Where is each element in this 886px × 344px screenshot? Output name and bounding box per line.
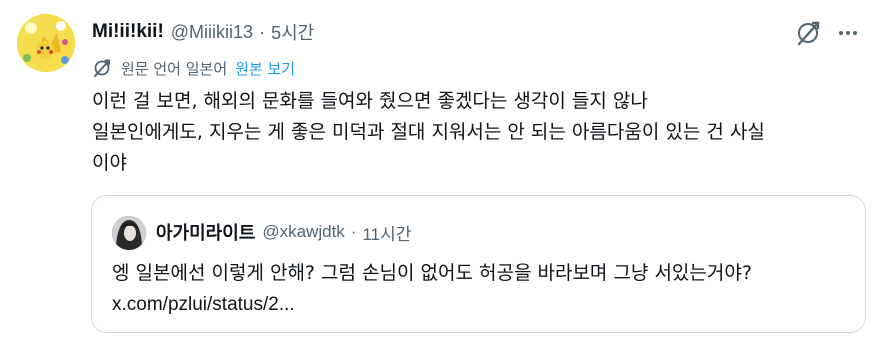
translation-row: 원문 언어 일본어 원본 보기 xyxy=(92,55,295,81)
quote-avatar xyxy=(112,216,146,250)
tweet-text-line: 이런 걸 보면, 해외의 문화를 들여와 줬으면 좋겠다는 생각이 들지 않나 xyxy=(92,90,648,112)
tweet-text: 이런 걸 보면, 해외의 문화를 들여와 줬으면 좋겠다는 생각이 들지 않나 … xyxy=(92,86,872,179)
grok-button[interactable] xyxy=(794,19,822,47)
quote-text-line: 엥 일본에선 이렇게 안해? 그럼 손님이 없어도 허공을 바라보며 그냥 서있… xyxy=(112,262,752,284)
quote-avatar-image xyxy=(112,216,146,250)
quote-link[interactable]: x.com/pzlui/status/2... xyxy=(112,289,857,320)
quote-separator-dot: · xyxy=(350,222,357,241)
timestamp[interactable]: 5시간 xyxy=(271,19,314,45)
more-button[interactable] xyxy=(834,19,862,47)
top-actions xyxy=(794,19,862,47)
more-icon xyxy=(839,31,857,35)
tweet-text-line: 이야 xyxy=(92,152,127,174)
quote-user-handle: @xkawjdtk xyxy=(262,222,345,241)
tweet-header: Mi!ii!kii! @Miiikii13 · 5시간 xyxy=(92,17,862,47)
show-original-link[interactable]: 원본 보기 xyxy=(235,58,295,79)
quote-display-name: 아가미라이트 xyxy=(156,223,256,244)
user-handle[interactable]: @Miiikii13 xyxy=(171,22,253,43)
grok-icon xyxy=(797,21,820,46)
quote-text: 엥 일본에선 이렇게 안해? 그럼 손님이 없어도 허공을 바라보며 그냥 서있… xyxy=(112,258,857,320)
translate-icon xyxy=(94,59,110,77)
quote-timestamp: 11시간 xyxy=(362,224,412,244)
avatar[interactable] xyxy=(17,14,75,72)
display-name[interactable]: Mi!ii!kii! xyxy=(92,21,164,43)
separator-dot: · xyxy=(259,21,266,42)
quote-header: 아가미라이트 @xkawjdtk · 11시간 xyxy=(156,218,411,246)
quoted-tweet[interactable]: 아가미라이트 @xkawjdtk · 11시간 엥 일본에선 이렇게 안해? 그… xyxy=(91,195,866,333)
tweet-text-line: 일본인에게도, 지우는 게 좋은 미덕과 절대 지워서는 안 되는 아름다움이 … xyxy=(92,121,765,143)
avatar-image xyxy=(17,14,75,72)
translation-label: 원문 언어 일본어 xyxy=(121,59,228,78)
